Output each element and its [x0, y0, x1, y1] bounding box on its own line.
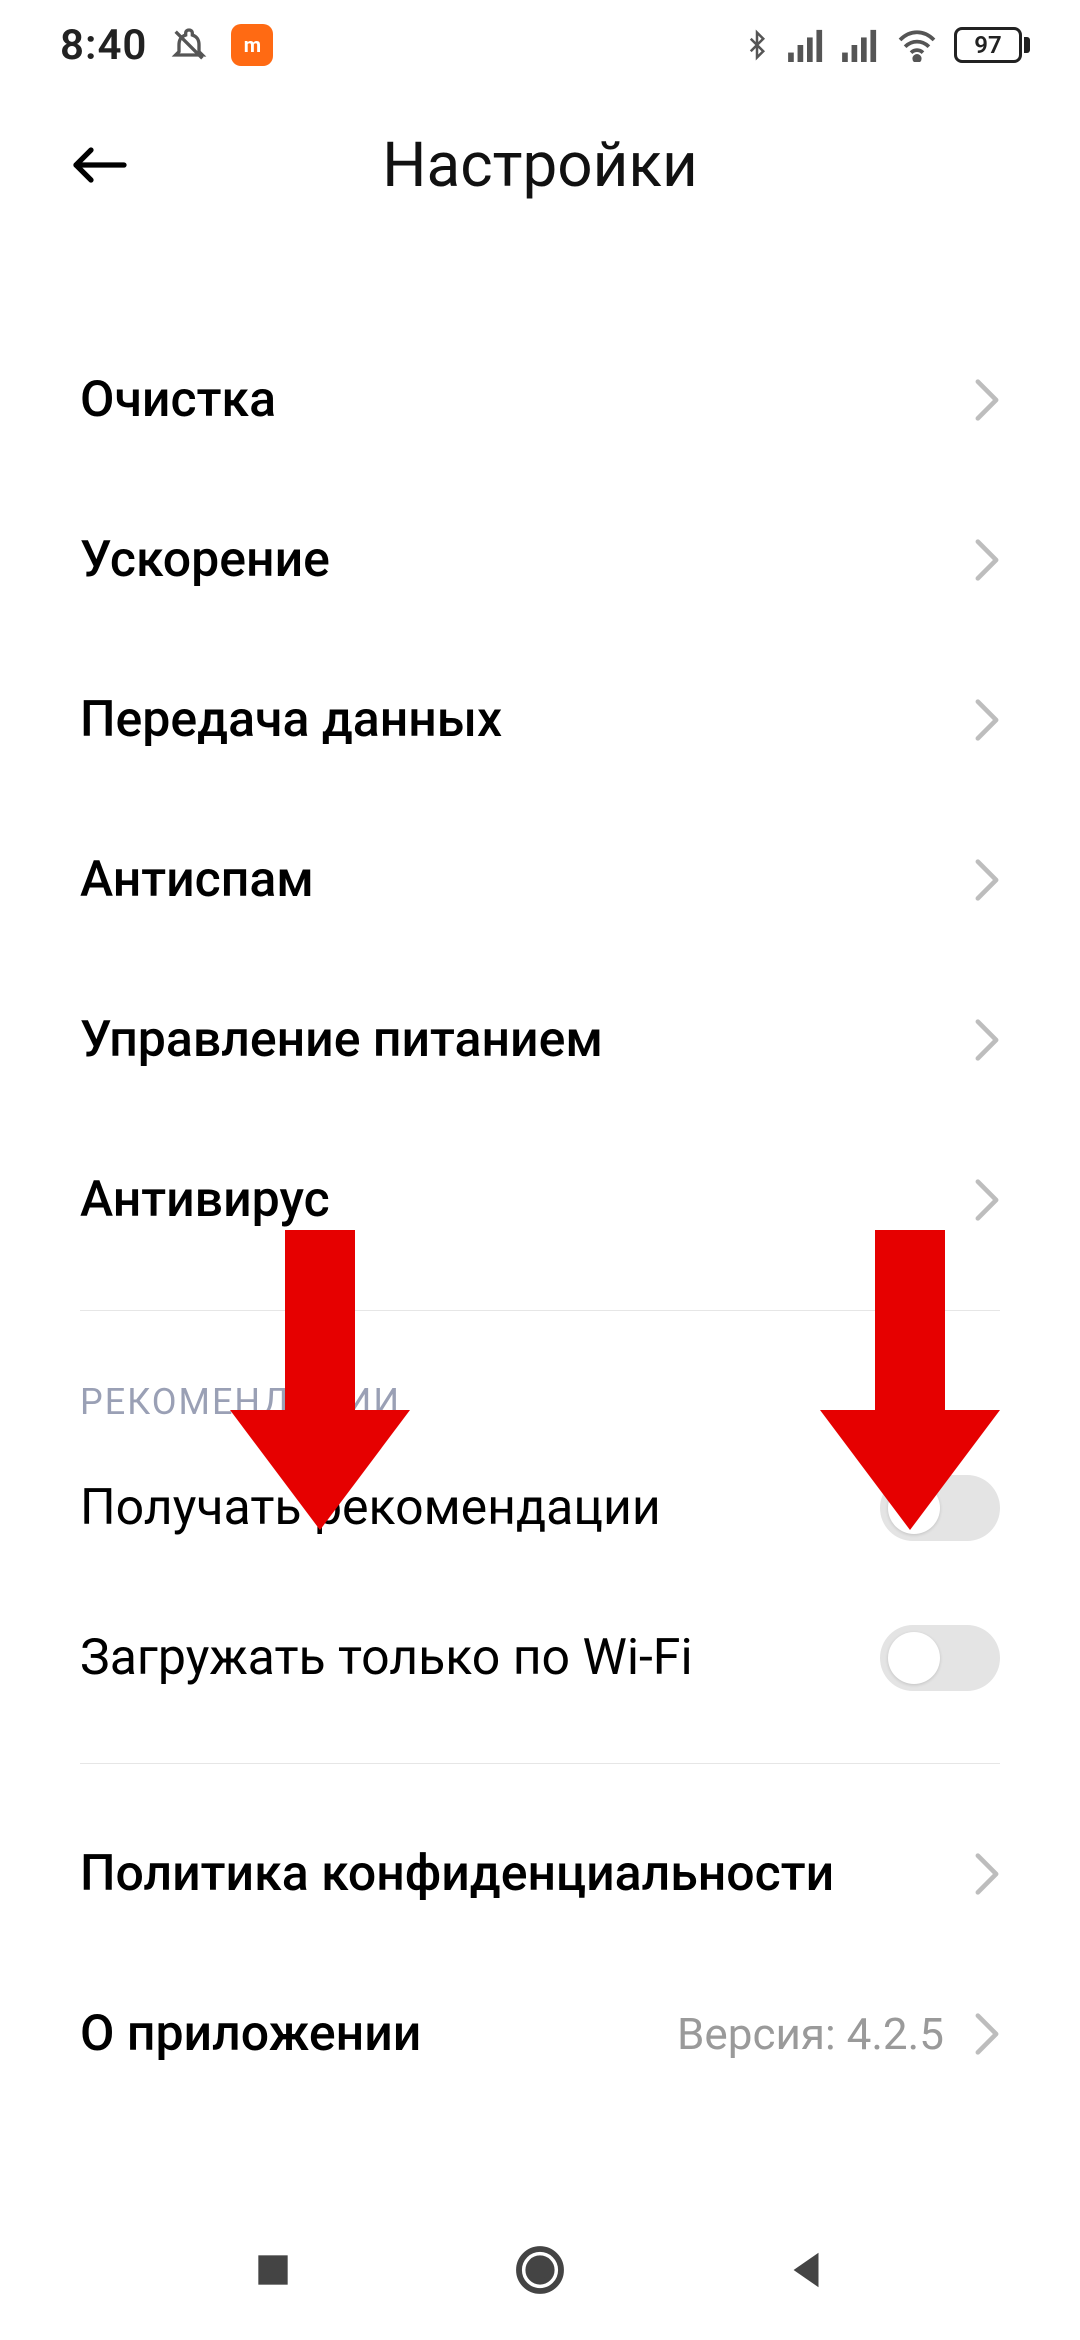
wifi-only-toggle[interactable] [880, 1625, 1000, 1691]
chevron-right-icon [974, 1018, 1000, 1062]
row-boost-label: Ускорение [80, 531, 974, 589]
chevron-right-icon [974, 698, 1000, 742]
row-clean-label: Очистка [80, 371, 974, 429]
wifi-icon [896, 28, 938, 62]
mute-icon [169, 25, 209, 65]
chevron-right-icon [974, 858, 1000, 902]
signal-2-icon [842, 28, 880, 62]
row-privacy[interactable]: Политика конфиденциальности [0, 1794, 1080, 1954]
row-about[interactable]: О приложении Версия: 4.2.5 [0, 1954, 1080, 2114]
row-data[interactable]: Передача данных [0, 640, 1080, 800]
android-nav-bar [0, 2200, 1080, 2340]
privacy-label: Политика конфиденциальности [80, 1845, 974, 1903]
row-clean[interactable]: Очистка [0, 320, 1080, 480]
chevron-right-icon [974, 1178, 1000, 1222]
row-power-label: Управление питанием [80, 1011, 974, 1069]
chevron-right-icon [974, 1852, 1000, 1896]
row-antispam[interactable]: Антиспам [0, 800, 1080, 960]
battery-percent: 97 [974, 31, 1001, 59]
status-bar: 8:40 m [0, 0, 1080, 90]
settings-list: Очистка Ускорение Передача данных Антисп… [0, 240, 1080, 2114]
recommendations-label: Получать рекомендации [80, 1479, 661, 1537]
row-wifi-only: Загружать только по Wi-Fi [0, 1583, 1080, 1733]
status-right: 97 [742, 25, 1030, 65]
chevron-right-icon [974, 538, 1000, 582]
bluetooth-icon [742, 25, 772, 65]
status-time: 8:40 [60, 21, 147, 70]
chevron-right-icon [974, 378, 1000, 422]
status-left: 8:40 m [60, 21, 273, 70]
nav-home-button[interactable] [480, 2210, 600, 2330]
nav-recent-button[interactable] [213, 2210, 333, 2330]
row-recommendations: Получать рекомендации [0, 1433, 1080, 1583]
page-title: Настройки [0, 129, 1080, 202]
partial-scrolled-row [0, 240, 1080, 320]
row-antivirus[interactable]: Антивирус [0, 1120, 1080, 1280]
row-boost[interactable]: Ускорение [0, 480, 1080, 640]
wifi-only-label: Загружать только по Wi-Fi [80, 1629, 693, 1687]
back-button[interactable] [60, 125, 140, 205]
app-header: Настройки [0, 90, 1080, 240]
row-antivirus-label: Антивирус [80, 1171, 974, 1229]
nav-back-button[interactable] [747, 2210, 867, 2330]
row-power[interactable]: Управление питанием [0, 960, 1080, 1120]
section-divider [80, 1763, 1000, 1764]
row-data-label: Передача данных [80, 691, 974, 749]
about-label: О приложении [80, 2005, 677, 2063]
signal-1-icon [788, 28, 826, 62]
section-recommendations-header: РЕКОМЕНДАЦИИ [0, 1341, 1080, 1433]
row-antispam-label: Антиспам [80, 851, 974, 909]
version-text: Версия: 4.2.5 [677, 2008, 944, 2060]
recommendations-toggle[interactable] [880, 1475, 1000, 1541]
section-divider [80, 1310, 1000, 1311]
app-badge-icon: m [231, 24, 273, 66]
battery-icon: 97 [954, 27, 1030, 63]
chevron-right-icon [974, 2012, 1000, 2056]
